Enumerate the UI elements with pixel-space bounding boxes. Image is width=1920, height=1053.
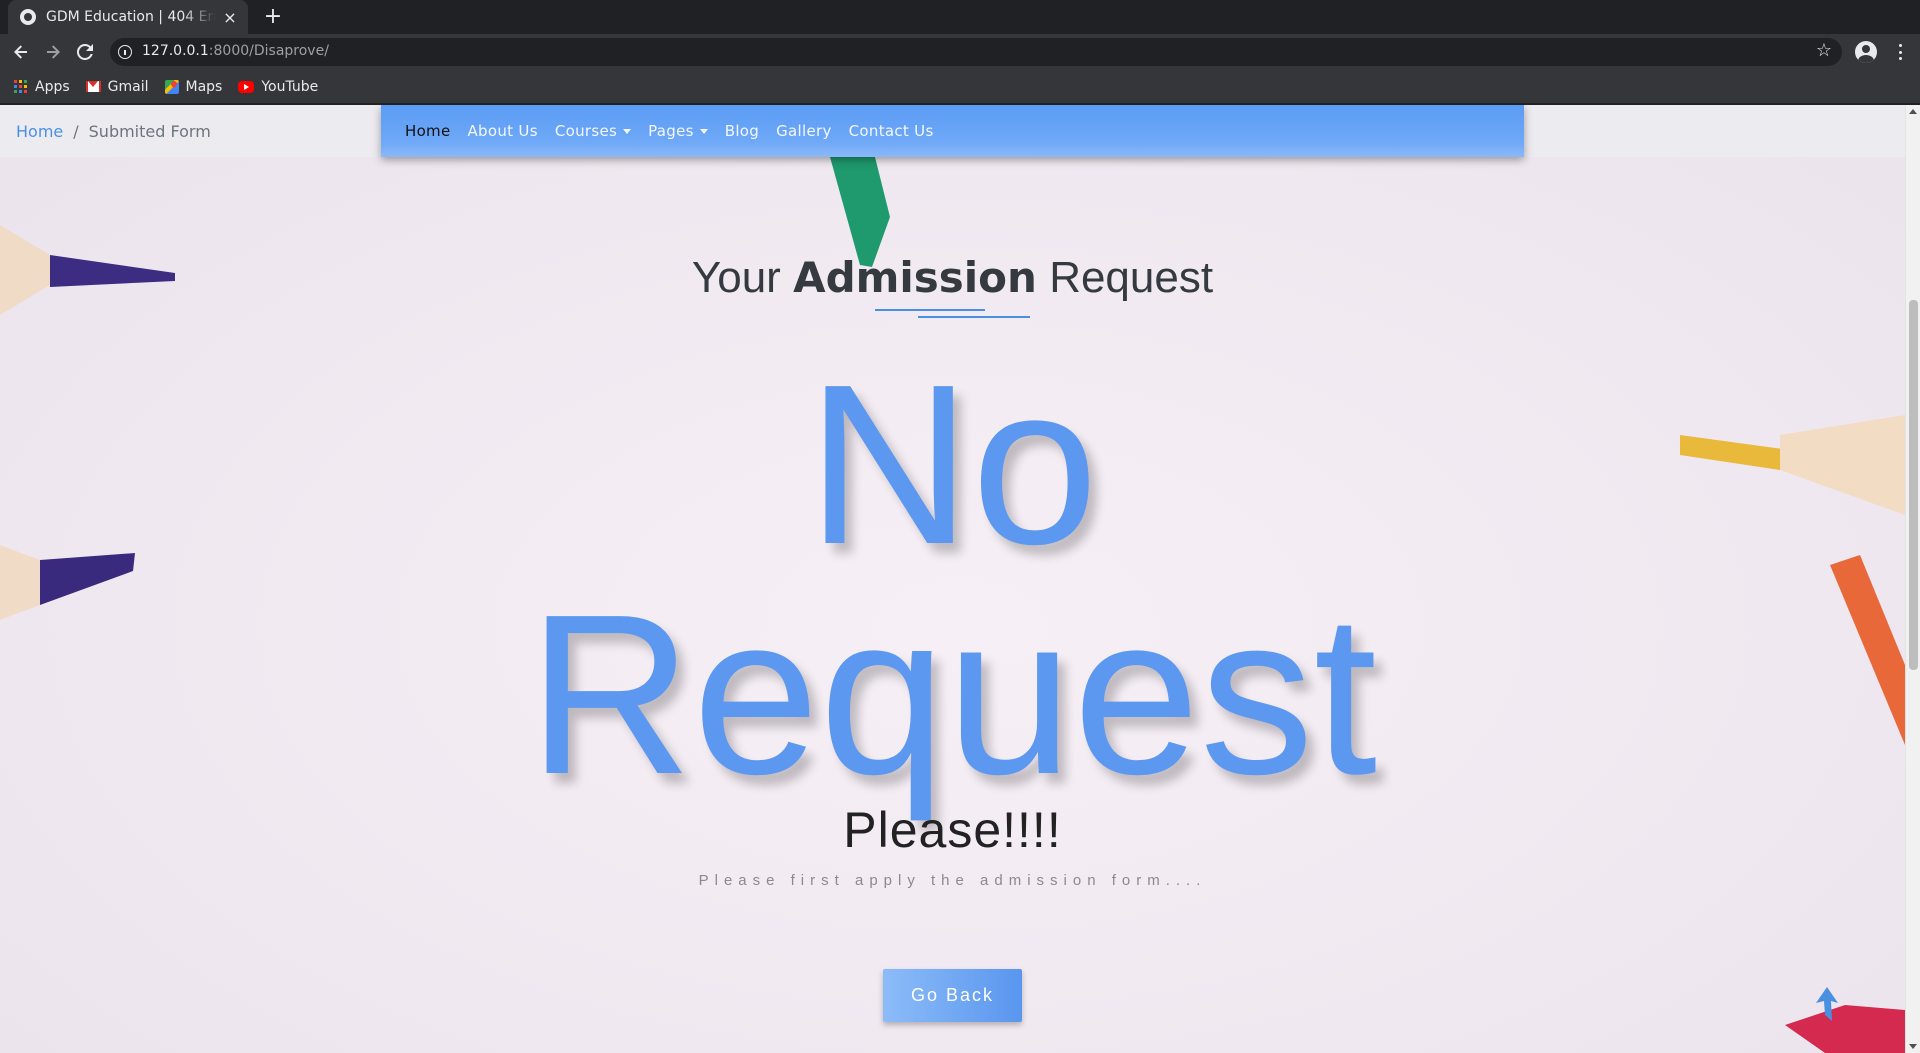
main-navbar: Home About Us Courses Pages Blog Gallery… [381, 105, 1524, 157]
page-scrollbar[interactable] [1905, 105, 1920, 1053]
back-button[interactable] [8, 39, 34, 65]
profile-icon[interactable] [1855, 41, 1877, 63]
breadcrumb-home-link[interactable]: Home [16, 122, 63, 141]
arrow-right-icon [47, 45, 60, 59]
bookmark-star-icon[interactable]: ☆ [1816, 40, 1832, 61]
address-bar[interactable]: 127.0.0.1:8000/Disaprove/ ☆ [110, 38, 1842, 66]
big-no-text: No [806, 338, 1099, 592]
youtube-icon [238, 80, 255, 93]
browser-tab[interactable]: GDM Education | 404 Error × [8, 0, 248, 34]
maps-icon [164, 79, 179, 94]
tab-title: GDM Education | 404 Error [46, 9, 216, 25]
tab-bar: GDM Education | 404 Error × + [0, 0, 1920, 34]
apps-grid-icon [14, 79, 28, 94]
globe-icon [20, 9, 36, 25]
caret-down-icon [623, 128, 632, 134]
bookmark-apps[interactable]: Apps [14, 79, 70, 95]
instruction-text: Please first apply the admission form...… [698, 872, 1207, 889]
title-underline [875, 309, 985, 311]
go-back-button[interactable]: Go Back [883, 969, 1022, 1022]
new-tab-button[interactable]: + [260, 4, 286, 30]
bookmark-maps[interactable]: Maps [164, 79, 222, 95]
kebab-menu-icon[interactable] [1890, 42, 1910, 62]
scroll-down-arrow[interactable] [1909, 1044, 1917, 1049]
nav-home[interactable]: Home [405, 122, 451, 140]
reload-icon [77, 44, 93, 60]
page-viewport: Home / Submited Form Home About Us Cours… [0, 105, 1920, 1053]
nav-about-us[interactable]: About Us [468, 122, 538, 140]
forward-button[interactable] [40, 39, 66, 65]
bookmark-youtube[interactable]: YouTube [238, 79, 318, 95]
breadcrumb-separator: / [73, 121, 79, 141]
gmail-icon [85, 81, 101, 92]
green-pencil-decoration [830, 157, 890, 267]
page-title: Your Admission Request [691, 253, 1214, 302]
bookmark-gmail[interactable]: Gmail [85, 79, 149, 95]
title-underline-2 [918, 316, 1030, 318]
breadcrumb-current: Submited Form [88, 121, 211, 141]
please-text: Please!!!! [843, 802, 1062, 858]
red-pencil-decoration [1785, 1005, 1905, 1053]
big-request-text: Request [527, 568, 1378, 822]
url-text[interactable]: 127.0.0.1:8000/Disaprove/ [142, 43, 329, 59]
nav-pages-dropdown[interactable]: Pages [648, 122, 708, 140]
back-to-top-arrow-icon[interactable] [1812, 985, 1842, 1023]
caret-down-icon [699, 128, 708, 134]
browser-toolbar: 127.0.0.1:8000/Disaprove/ ☆ [0, 34, 1920, 70]
arrow-left-icon [14, 45, 27, 59]
nav-courses-dropdown[interactable]: Courses [555, 122, 632, 140]
info-icon[interactable] [118, 45, 132, 59]
scroll-thumb[interactable] [1909, 300, 1918, 670]
reload-button[interactable] [72, 39, 98, 65]
bookmarks-bar: Apps Gmail Maps YouTube [0, 70, 1920, 104]
nav-gallery[interactable]: Gallery [776, 122, 832, 140]
nav-contact-us[interactable]: Contact Us [849, 122, 934, 140]
close-tab-button[interactable]: × [222, 8, 238, 27]
nav-blog[interactable]: Blog [725, 122, 759, 140]
scroll-up-arrow[interactable] [1909, 109, 1917, 114]
